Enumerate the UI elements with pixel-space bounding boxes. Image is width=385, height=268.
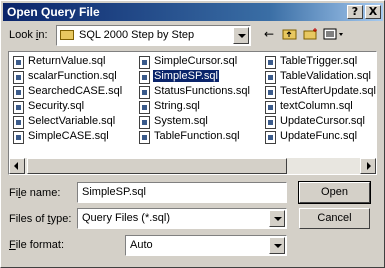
sql-file-icon — [265, 86, 276, 99]
title-bar[interactable]: Open Query File ? X — [3, 3, 383, 21]
sql-file-icon — [265, 56, 276, 69]
file-name-text: SelectVariable.sql — [28, 115, 116, 127]
sql-file-icon — [139, 116, 150, 129]
sql-file-icon — [13, 131, 24, 144]
file-name-text: Security.sql — [28, 100, 85, 112]
sql-file-icon — [139, 86, 150, 99]
folder-icon — [60, 30, 74, 40]
file-name-text: TestAfterUpdate.sql — [280, 85, 376, 97]
close-button[interactable]: X — [365, 5, 381, 19]
look-in-label-post: n: — [38, 29, 48, 41]
sql-file-icon — [265, 101, 276, 114]
sql-file-icon — [265, 116, 276, 129]
new-folder-icon[interactable] — [301, 25, 321, 43]
file-name-text: SimpleSP.sql — [153, 70, 219, 82]
cancel-button[interactable]: Cancel — [299, 208, 370, 229]
sql-file-icon — [265, 71, 276, 84]
file-name-label-post: e name: — [20, 187, 61, 199]
file-name-label-pre: Fi — [9, 187, 19, 199]
file-name-value: SimpleSP.sql — [82, 186, 146, 198]
back-arrow-icon[interactable]: ← — [259, 25, 279, 43]
file-name-text: TableValidation.sql — [280, 70, 371, 82]
dialog-title: Open Query File — [7, 5, 100, 19]
views-menu-icon[interactable] — [322, 25, 348, 43]
file-name-text: UpdateFunc.sql — [280, 130, 358, 142]
file-format-label-post: ile format: — [15, 239, 65, 251]
files-of-type-label-pre: Files of — [9, 213, 48, 225]
chevron-down-icon[interactable] — [233, 27, 249, 44]
sql-file-icon — [139, 131, 150, 144]
file-name-text: textColumn.sql — [280, 100, 353, 112]
file-name-field[interactable]: SimpleSP.sql — [77, 182, 287, 203]
horizontal-scrollbar[interactable] — [9, 158, 376, 174]
file-format-value: Auto — [130, 239, 153, 251]
file-name-text: UpdateCursor.sql — [280, 115, 365, 127]
sql-file-icon — [13, 101, 24, 114]
file-name-text: TableFunction.sql — [154, 130, 240, 142]
look-in-value: SQL 2000 Step by Step — [79, 29, 195, 41]
chevron-down-icon[interactable] — [269, 237, 285, 254]
file-name-text: String.sql — [154, 100, 200, 112]
file-name-text: scalarFunction.sql — [28, 70, 117, 82]
sql-file-icon — [13, 116, 24, 129]
file-name-text: System.sql — [154, 115, 208, 127]
open-query-file-dialog: Open Query File ? X Look in: SQL 2000 St… — [0, 0, 385, 268]
sql-file-icon — [13, 56, 24, 69]
files-of-type-label-post: ype: — [50, 213, 72, 225]
look-in-dropdown[interactable]: SQL 2000 Step by Step — [56, 25, 251, 46]
file-format-label: File format: — [9, 239, 64, 251]
chevron-down-icon[interactable] — [269, 210, 285, 227]
look-in-label-pre: Look — [9, 29, 36, 41]
help-button[interactable]: ? — [347, 5, 363, 19]
sql-file-icon — [265, 131, 276, 144]
sql-file-icon — [13, 86, 24, 99]
sql-file-icon — [139, 56, 150, 69]
files-of-type-dropdown[interactable]: Query Files (*.sql) — [77, 208, 287, 229]
file-name-text: SearchedCASE.sql — [28, 85, 123, 97]
file-name-text: SimpleCASE.sql — [28, 130, 109, 142]
scrollbar-thumb[interactable] — [27, 158, 287, 174]
sql-file-icon — [139, 71, 150, 84]
file-name-text: StatusFunctions.sql — [154, 85, 250, 97]
files-of-type-label: Files of type: — [9, 213, 71, 225]
scroll-left-icon[interactable] — [9, 158, 25, 174]
open-button[interactable]: Open — [298, 181, 371, 204]
file-name-text: TableTrigger.sql — [280, 55, 358, 67]
files-of-type-value: Query Files (*.sql) — [82, 212, 171, 224]
scroll-right-icon[interactable] — [360, 158, 376, 174]
file-format-label-key: F — [9, 239, 16, 251]
up-folder-icon[interactable] — [280, 25, 300, 43]
look-in-label: Look in: — [9, 29, 48, 41]
file-list[interactable]: ReturnValue.sql scalarFunction.sql Searc… — [8, 51, 377, 175]
file-format-dropdown[interactable]: Auto — [125, 235, 287, 256]
sql-file-icon — [13, 71, 24, 84]
file-name-label: File name: — [9, 187, 60, 199]
sql-file-icon — [139, 101, 150, 114]
file-name-text: SimpleCursor.sql — [154, 55, 238, 67]
file-name-text: ReturnValue.sql — [28, 55, 106, 67]
